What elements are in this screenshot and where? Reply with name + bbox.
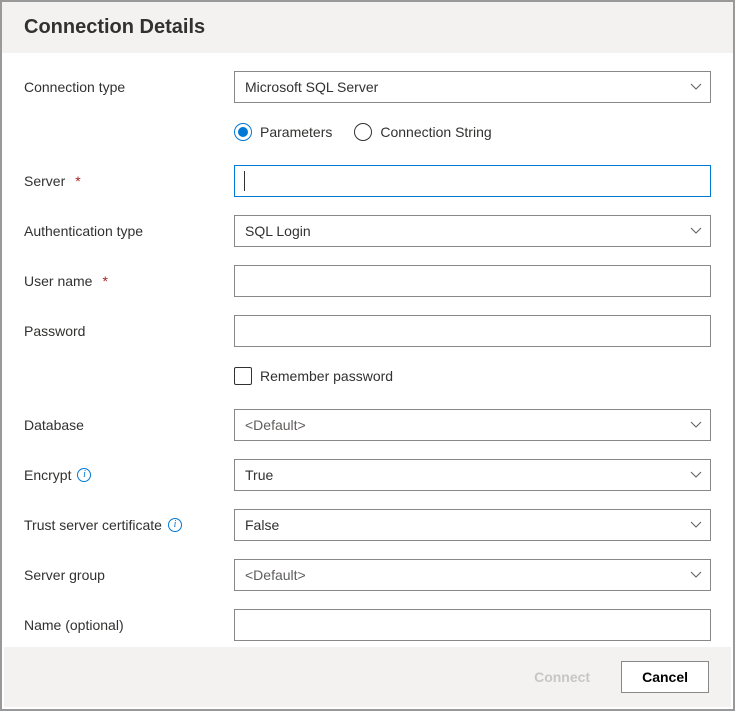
auth-type-value: SQL Login <box>245 223 311 239</box>
radio-parameters[interactable]: Parameters <box>234 123 332 141</box>
text-caret <box>244 171 245 191</box>
radio-checked-icon <box>234 123 252 141</box>
database-value: <Default> <box>245 417 306 433</box>
label-server-group: Server group <box>24 567 234 583</box>
dialog-footer: Connect Cancel <box>4 647 731 707</box>
radio-parameters-label: Parameters <box>260 124 332 140</box>
user-name-input[interactable] <box>234 265 711 297</box>
required-asterisk: * <box>75 173 80 189</box>
label-connection-type: Connection type <box>24 79 234 95</box>
connection-type-select[interactable]: Microsoft SQL Server <box>234 71 711 103</box>
cancel-button[interactable]: Cancel <box>621 661 709 693</box>
connect-button[interactable]: Connect <box>513 661 611 693</box>
label-auth-type: Authentication type <box>24 223 234 239</box>
trust-cert-select[interactable]: False <box>234 509 711 541</box>
password-input[interactable] <box>234 315 711 347</box>
label-remember-password: Remember password <box>260 368 393 384</box>
encrypt-value: True <box>245 467 273 483</box>
remember-password-checkbox[interactable] <box>234 367 252 385</box>
name-input[interactable] <box>234 609 711 641</box>
label-trust-cert: Trust server certificate <box>24 517 162 533</box>
info-icon[interactable]: i <box>77 468 91 482</box>
label-user-name: User name <box>24 273 92 289</box>
connection-type-value: Microsoft SQL Server <box>245 79 378 95</box>
radio-connection-string-label: Connection String <box>380 124 491 140</box>
radio-unchecked-icon <box>354 123 372 141</box>
info-icon[interactable]: i <box>168 518 182 532</box>
label-name-optional: Name (optional) <box>24 617 234 633</box>
dialog-header: Connection Details <box>2 2 733 53</box>
trust-cert-value: False <box>245 517 279 533</box>
dialog-title: Connection Details <box>24 16 205 38</box>
label-database: Database <box>24 417 234 433</box>
auth-type-select[interactable]: SQL Login <box>234 215 711 247</box>
database-select[interactable]: <Default> <box>234 409 711 441</box>
required-asterisk: * <box>102 273 107 289</box>
encrypt-select[interactable]: True <box>234 459 711 491</box>
server-group-select[interactable]: <Default> <box>234 559 711 591</box>
label-server: Server <box>24 173 65 189</box>
input-mode-radio-group: Parameters Connection String <box>234 121 711 147</box>
radio-connection-string[interactable]: Connection String <box>354 123 491 141</box>
label-encrypt: Encrypt <box>24 467 71 483</box>
label-password: Password <box>24 323 234 339</box>
server-group-value: <Default> <box>245 567 306 583</box>
form-body: Connection type Microsoft SQL Server Par… <box>2 53 733 641</box>
server-input[interactable] <box>234 165 711 197</box>
